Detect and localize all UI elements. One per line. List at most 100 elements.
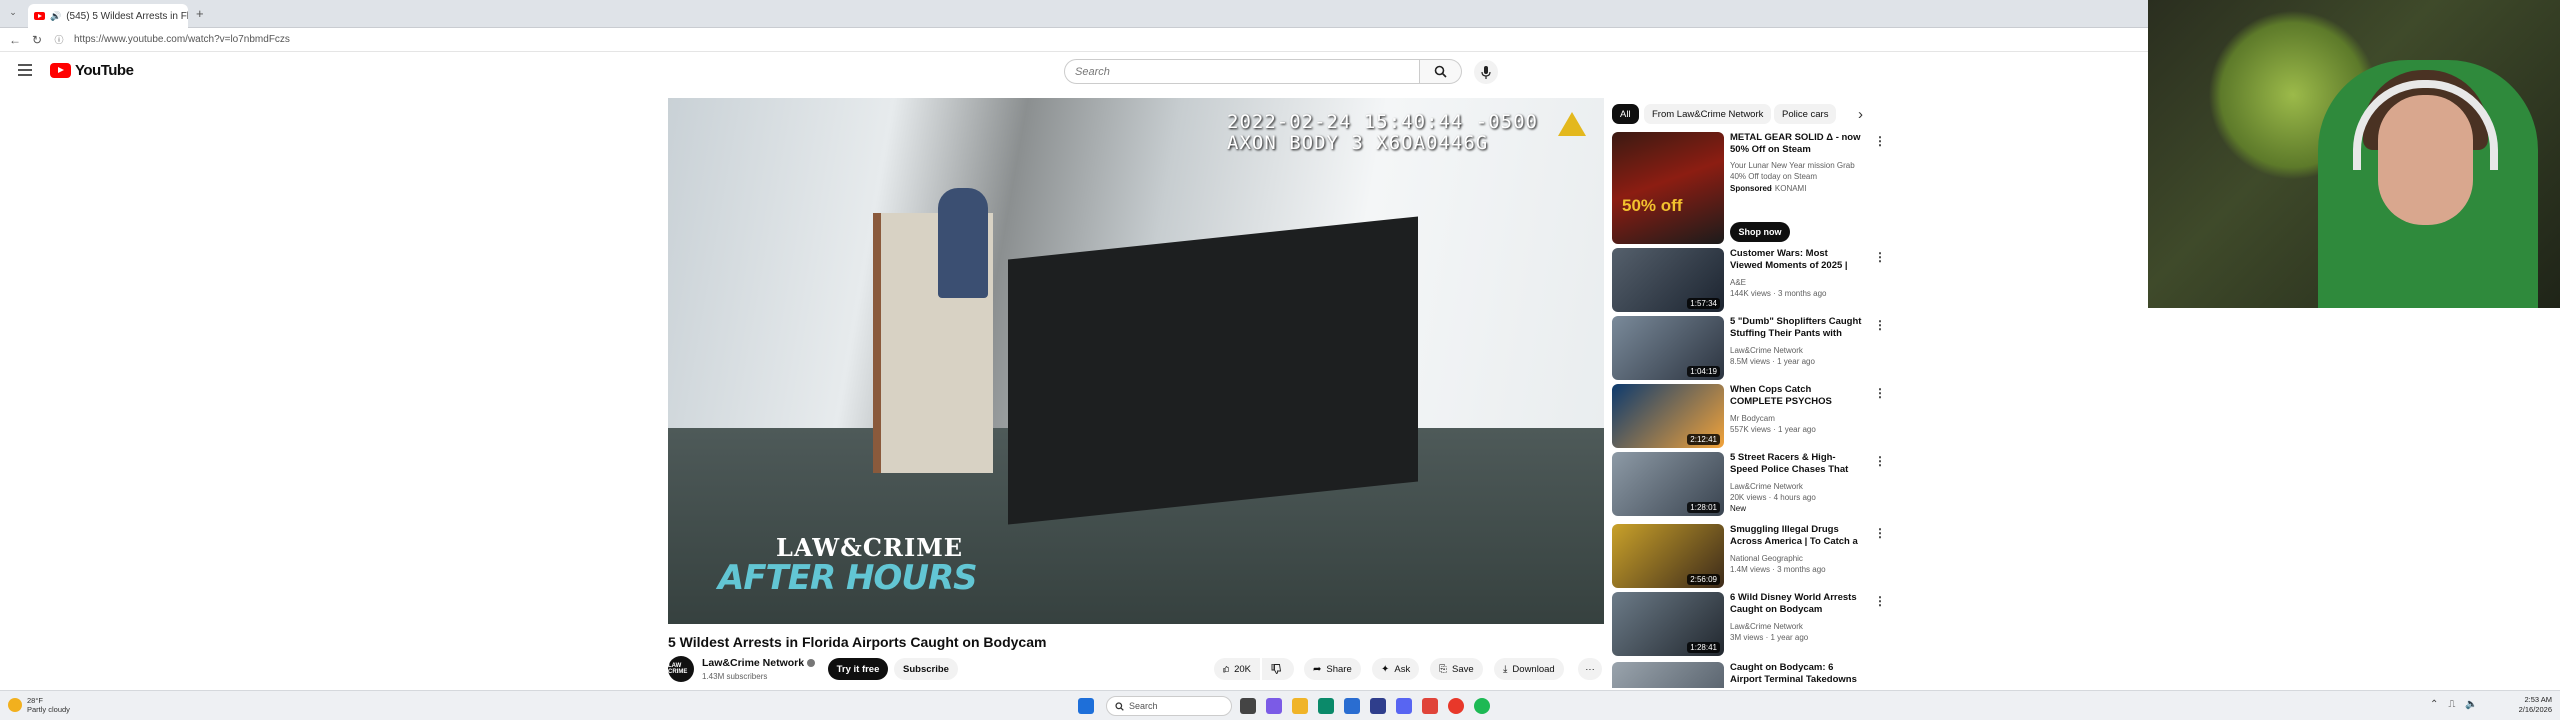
site-info-icon[interactable]: ⓘ	[52, 33, 66, 46]
chrome-icon[interactable]	[1344, 698, 1360, 714]
browser-tab-active[interactable]: 🔊 (545) 5 Wildest Arrests in Flo ×	[28, 4, 188, 28]
video-thumbnail[interactable]: 2:56:09	[1612, 524, 1724, 588]
list-item[interactable]: 2:56:09 Smuggling Illegal Drugs Across A…	[1612, 524, 1886, 588]
bodycam-timestamp-line1: 2022-02-24 15:40:44 -0500	[1227, 111, 1538, 133]
youtube-logo[interactable]: YouTube	[50, 62, 134, 79]
file-explorer-icon[interactable]	[1292, 698, 1308, 714]
try-it-free-button[interactable]: Try it free	[828, 658, 888, 680]
search-input[interactable]: Search	[1064, 59, 1420, 84]
system-clock[interactable]: 2:53 AM 2/16/2026	[2516, 695, 2552, 715]
edge-browser-icon[interactable]	[1318, 698, 1334, 714]
download-button[interactable]: ⤓ Download	[1494, 658, 1564, 680]
system-tray[interactable]: ⌃ ⎍ 🔈	[2430, 699, 2478, 710]
chip-police-cars[interactable]: Police cars	[1774, 104, 1837, 124]
list-item[interactable]: 1:28:41 6 Wild Disney World Arrests Caug…	[1612, 592, 1886, 656]
tray-chevron-icon[interactable]: ⌃	[2430, 699, 2438, 710]
ad-title[interactable]: METAL GEAR SOLID Δ - now 50% Off on Stea…	[1730, 132, 1862, 156]
video-title[interactable]: 6 Wild Disney World Arrests Caught on Bo…	[1730, 592, 1862, 616]
more-icon[interactable]: ⋮	[1874, 386, 1886, 400]
new-badge: New	[1730, 504, 1747, 513]
copilot-icon[interactable]	[1266, 698, 1282, 714]
hamburger-menu-icon[interactable]	[18, 64, 32, 76]
chip-all[interactable]: All	[1612, 104, 1639, 124]
list-item[interactable]: 2:12:41 When Cops Catch COMPLETE PSYCHOS…	[1612, 384, 1886, 448]
video-thumbnail[interactable]: 1:28:41	[1612, 592, 1724, 656]
chip-from-channel[interactable]: From Law&Crime Network	[1644, 104, 1772, 124]
spotify-icon[interactable]	[1474, 698, 1490, 714]
more-icon[interactable]: ⋮	[1874, 454, 1886, 468]
obs-icon[interactable]	[1448, 698, 1464, 714]
ad-thumbnail[interactable]: 50% off	[1612, 132, 1724, 244]
reload-icon[interactable]: ↻	[30, 33, 44, 47]
back-icon[interactable]: ←	[8, 33, 22, 47]
more-icon[interactable]: ⋮	[1874, 318, 1886, 332]
share-label: Share	[1326, 663, 1352, 675]
more-icon[interactable]: ⋮	[1874, 250, 1886, 264]
video-thumbnail[interactable]: 1:57:34	[1612, 248, 1724, 312]
ad-more-icon[interactable]: ⋮	[1874, 134, 1886, 148]
duration-badge: 1:28:41	[1687, 642, 1720, 653]
voice-search-button[interactable]	[1474, 60, 1498, 84]
new-tab-button[interactable]: +	[196, 6, 204, 21]
channel-name[interactable]: Mr Bodycam	[1730, 413, 1775, 424]
channel-name[interactable]: National Geographic	[1730, 553, 1803, 564]
shop-now-button[interactable]: Shop now	[1730, 222, 1790, 242]
more-icon[interactable]: ⋮	[1874, 594, 1886, 608]
sponsored-ad[interactable]: 50% off METAL GEAR SOLID Δ - now 50% Off…	[1612, 132, 1886, 244]
channel-name[interactable]: Law&Crime Network	[1730, 481, 1803, 492]
app-icon-2[interactable]	[1422, 698, 1438, 714]
dislike-button[interactable]	[1262, 658, 1294, 680]
search-icon	[1434, 65, 1447, 78]
task-view-icon[interactable]	[1240, 698, 1256, 714]
save-button[interactable]: ⎘ Save	[1430, 658, 1483, 680]
network-icon[interactable]: ⎍	[2448, 699, 2455, 710]
video-title[interactable]: Smuggling Illegal Drugs Across America |…	[1730, 524, 1862, 549]
channel-name[interactable]: Law&Crime Network	[1730, 621, 1803, 632]
discord-icon[interactable]	[1396, 698, 1412, 714]
video-thumbnail[interactable]: 1:28:01	[1612, 452, 1724, 516]
url-field[interactable]: https://www.youtube.com/watch?v=lo7nbmdF…	[74, 34, 290, 45]
save-label: Save	[1452, 663, 1474, 675]
video-meta: 8.5M views · 1 year ago	[1730, 357, 1815, 366]
channel-name[interactable]: Law&Crime Network	[1730, 345, 1803, 356]
tab-list-chevron-icon[interactable]: ⌄	[6, 7, 20, 18]
weather-widget[interactable]: 28°F Partly cloudy	[8, 696, 70, 714]
channel-name[interactable]: A&E	[1730, 277, 1746, 288]
subscribe-button[interactable]: Subscribe	[894, 658, 958, 680]
more-actions-button[interactable]: ···	[1578, 658, 1602, 680]
speaker-icon[interactable]: 🔊	[50, 11, 61, 22]
ask-label: Ask	[1394, 663, 1411, 675]
like-button[interactable]: 20K	[1214, 658, 1260, 680]
list-item[interactable]: 1:57:34 Customer Wars: Most Viewed Momen…	[1612, 248, 1886, 312]
taskbar-search-label: Search	[1129, 701, 1158, 711]
more-icon[interactable]: ⋮	[1874, 526, 1886, 540]
taskbar-search[interactable]: Search	[1106, 696, 1232, 716]
video-thumbnail[interactable]: 2:12:41	[1612, 384, 1724, 448]
list-item[interactable]: 1:28:01 5 Street Racers & High-Speed Pol…	[1612, 452, 1886, 516]
list-item[interactable]: 1:04:19 5 "Dumb" Shoplifters Caught Stuf…	[1612, 316, 1886, 380]
youtube-logo-text: YouTube	[75, 62, 134, 79]
video-title[interactable]: 5 Street Racers & High-Speed Police Chas…	[1730, 452, 1862, 477]
channel-name-row[interactable]: Law&Crime Network	[702, 657, 816, 669]
video-thumbnail[interactable]: 1:04:19	[1612, 316, 1724, 380]
volume-icon[interactable]: 🔈	[2465, 699, 2477, 710]
ask-button[interactable]: ✦ Ask	[1372, 658, 1420, 680]
list-item[interactable]: Caught on Bodycam: 6 Airport Terminal Ta…	[1612, 662, 1872, 688]
windows-start-icon[interactable]	[1078, 698, 1094, 714]
channel-avatar[interactable]: LAW CRIME	[668, 656, 694, 682]
video-title[interactable]: Customer Wars: Most Viewed Moments of 20…	[1730, 248, 1862, 273]
video-player[interactable]: 2022-02-24 15:40:44 -0500 AXON BODY 3 X6…	[668, 98, 1604, 624]
video-title[interactable]: 5 "Dumb" Shoplifters Caught Stuffing The…	[1730, 316, 1862, 341]
thumbs-down-icon	[1271, 664, 1281, 674]
app-icon-1[interactable]	[1370, 698, 1386, 714]
video-title[interactable]: Caught on Bodycam: 6 Airport Terminal Ta…	[1730, 662, 1862, 686]
video-title[interactable]: When Cops Catch COMPLETE PSYCHOS	[1730, 384, 1862, 408]
channel-name[interactable]: Law&Crime Network	[702, 657, 804, 669]
video-frame-person	[938, 188, 988, 298]
search-button[interactable]	[1420, 59, 1462, 84]
video-thumbnail[interactable]	[1612, 662, 1724, 688]
ad-thumbnail-text: 50% off	[1622, 196, 1683, 215]
share-button[interactable]: ➦ Share	[1304, 658, 1361, 680]
chips-next-icon[interactable]: ›	[1858, 106, 1863, 123]
tab-title: (545) 5 Wildest Arrests in Flo	[66, 10, 188, 22]
